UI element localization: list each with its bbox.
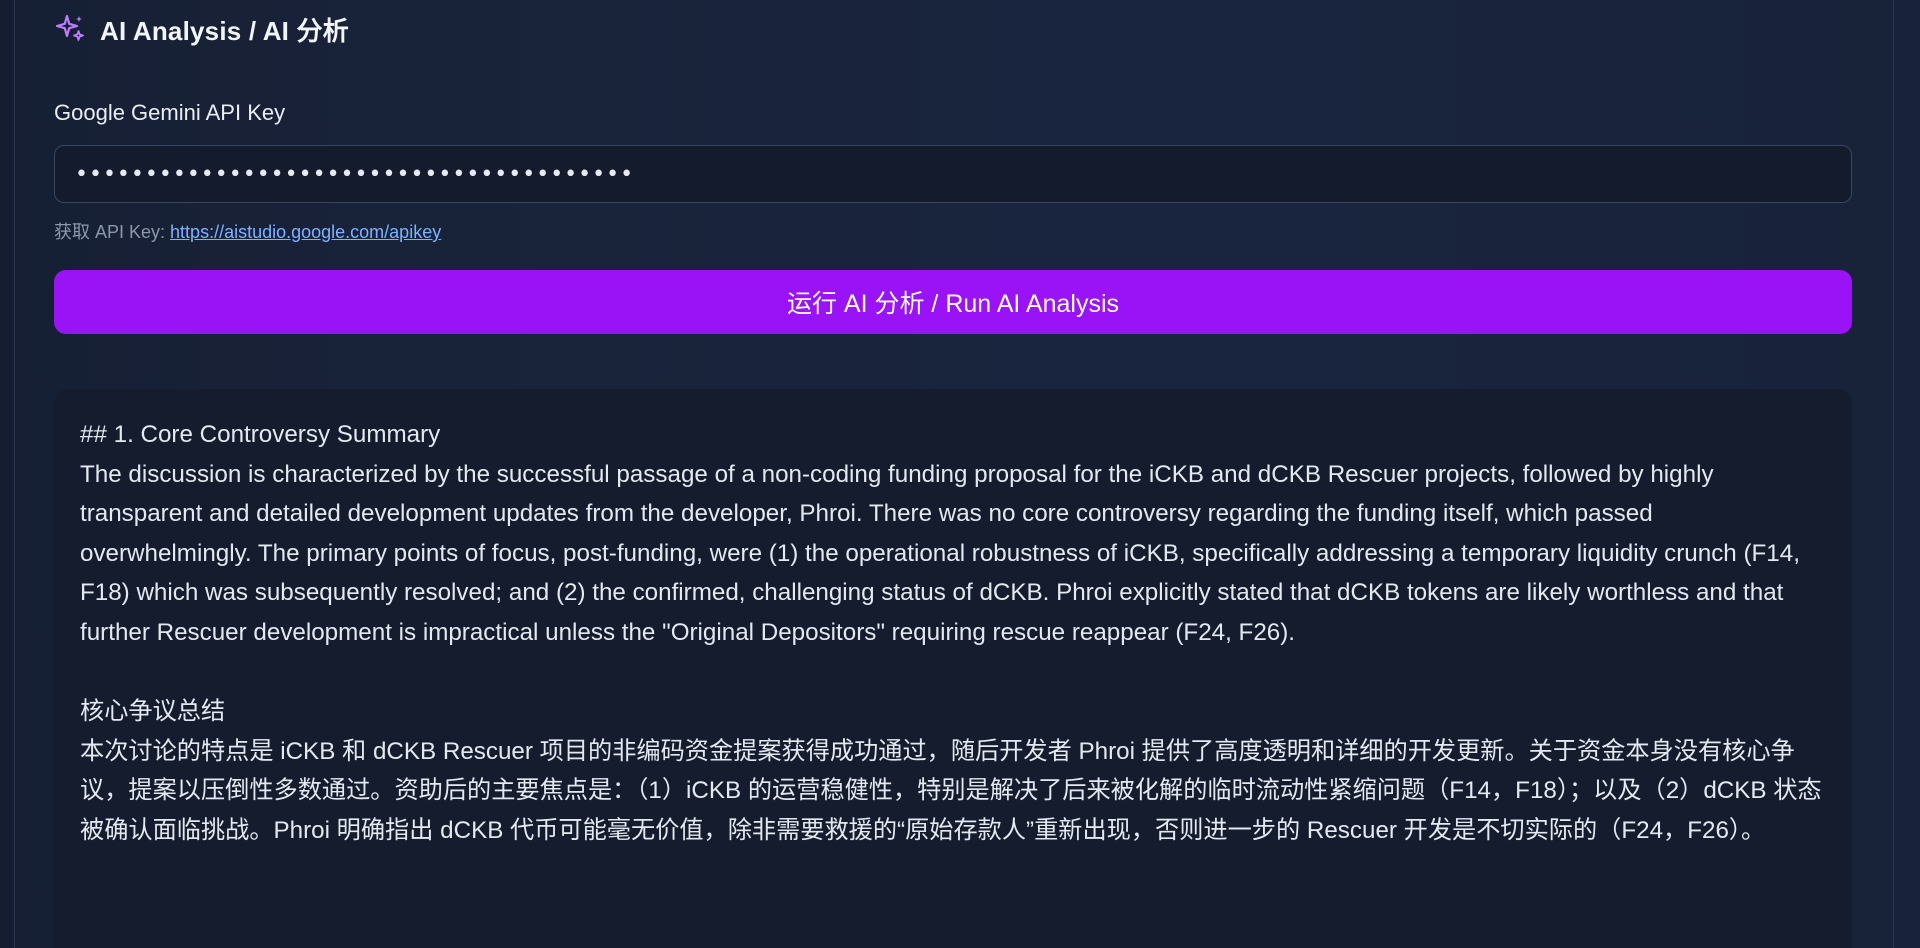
section-title: AI Analysis / AI 分析 — [100, 15, 349, 46]
analysis-result: ## 1. Core Controversy Summary The discus… — [54, 389, 1852, 948]
result-zh-paragraph: 本次讨论的特点是 iCKB 和 dCKB Rescuer 项目的非编码资金提案获… — [80, 737, 1822, 844]
sparkles-icon — [54, 13, 86, 45]
result-en-paragraph: The discussion is characterized by the s… — [80, 460, 1807, 646]
api-key-label: Google Gemini API Key — [54, 100, 286, 125]
api-key-input[interactable] — [54, 145, 1852, 203]
api-key-hint-prefix: 获取 API Key: — [54, 222, 166, 242]
result-zh-heading: 核心争议总结 — [80, 698, 226, 726]
api-key-link[interactable]: https://aistudio.google.com/apikey — [170, 222, 441, 242]
result-heading: ## 1. Core Controversy Summary — [80, 421, 441, 448]
api-key-hint: 获取 API Key: https://aistudio.google.com/a… — [54, 218, 441, 244]
run-ai-analysis-button[interactable]: 运行 AI 分析 / Run AI Analysis — [54, 270, 1852, 334]
page: AI Analysis / AI 分析 Google Gemini API Ke… — [0, 0, 1920, 948]
section-header: AI Analysis / AI 分析 — [54, 12, 349, 46]
